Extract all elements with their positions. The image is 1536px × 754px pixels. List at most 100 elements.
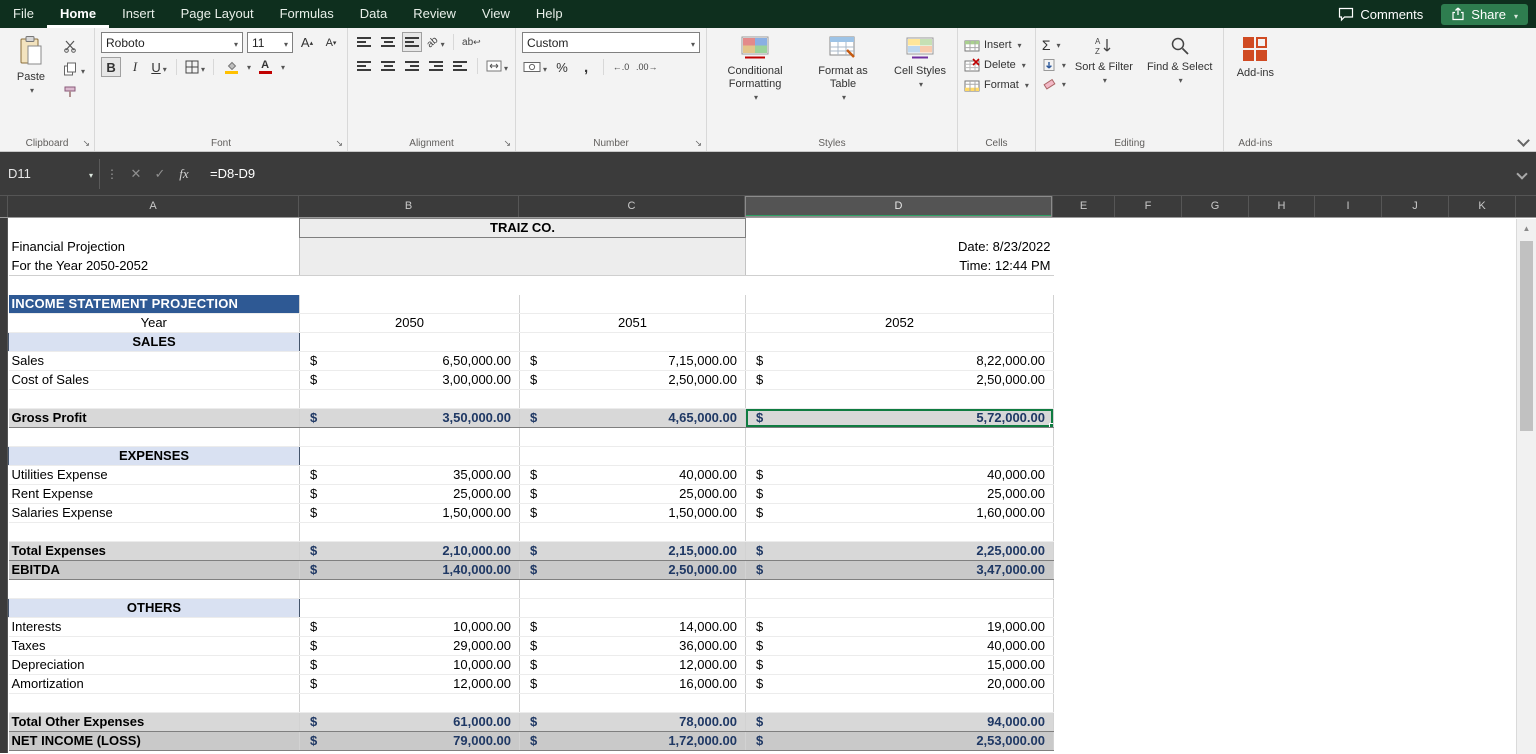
expand-formula-bar-icon[interactable] bbox=[1516, 167, 1528, 180]
cell-C15[interactable]: $25,000.00 bbox=[519, 484, 746, 504]
cell-A17[interactable] bbox=[8, 522, 300, 542]
cell-A8[interactable]: Sales bbox=[8, 351, 300, 371]
cell-C13[interactable] bbox=[519, 446, 746, 466]
cell-C25[interactable]: $16,000.00 bbox=[519, 674, 746, 694]
alignment-dialog-launcher[interactable]: ↘ bbox=[503, 139, 511, 148]
cell-E28[interactable] bbox=[1053, 731, 1517, 751]
menu-tab-insert[interactable]: Insert bbox=[109, 0, 168, 28]
align-bottom-button[interactable] bbox=[402, 32, 423, 52]
menu-tab-page-layout[interactable]: Page Layout bbox=[168, 0, 267, 28]
comma-style-button[interactable]: , bbox=[576, 57, 596, 77]
cell-A24[interactable]: Depreciation bbox=[8, 655, 300, 675]
conditional-formatting-button[interactable]: Conditional Formatting bbox=[713, 32, 797, 106]
cell-B18[interactable]: $2,10,000.00 bbox=[299, 541, 520, 561]
menu-tab-help[interactable]: Help bbox=[523, 0, 576, 28]
cell-E5[interactable] bbox=[1053, 294, 1517, 314]
fill-color-button[interactable] bbox=[221, 57, 241, 77]
cell-B12[interactable] bbox=[299, 427, 520, 447]
paste-button[interactable]: Paste bbox=[6, 32, 56, 99]
clipboard-dialog-launcher[interactable]: ↘ bbox=[82, 139, 90, 148]
cell-E14[interactable] bbox=[1053, 465, 1517, 485]
cell-E13[interactable] bbox=[1053, 446, 1517, 466]
cell-B11[interactable]: $3,50,000.00 bbox=[299, 408, 520, 428]
cell-C18[interactable]: $2,15,000.00 bbox=[519, 541, 746, 561]
cell-A26[interactable] bbox=[8, 693, 300, 713]
cell-A15[interactable]: Rent Expense bbox=[8, 484, 300, 504]
cell-D19[interactable]: $3,47,000.00 bbox=[745, 560, 1054, 580]
cell-C19[interactable]: $2,50,000.00 bbox=[519, 560, 746, 580]
cell-B25[interactable]: $12,000.00 bbox=[299, 674, 520, 694]
align-top-button[interactable] bbox=[354, 32, 374, 52]
cell-E3[interactable] bbox=[1053, 256, 1517, 276]
cell-B3[interactable] bbox=[299, 256, 746, 276]
cell-E20[interactable] bbox=[1053, 579, 1517, 599]
column-header-I[interactable]: I bbox=[1315, 196, 1382, 217]
cell-C6[interactable]: 2051 bbox=[519, 313, 746, 333]
cell-A3[interactable]: For the Year 2050-2052 bbox=[8, 256, 300, 276]
cell-B23[interactable]: $29,000.00 bbox=[299, 636, 520, 656]
cell-D18[interactable]: $2,25,000.00 bbox=[745, 541, 1054, 561]
name-box[interactable]: D11 bbox=[0, 158, 100, 189]
wrap-text-button[interactable]: ab ↩ bbox=[461, 32, 482, 52]
clear-button[interactable] bbox=[1042, 77, 1066, 91]
increase-indent-button[interactable] bbox=[450, 56, 470, 76]
font-dialog-launcher[interactable]: ↘ bbox=[335, 139, 343, 148]
fill-button[interactable] bbox=[1042, 58, 1066, 72]
cell-A14[interactable]: Utilities Expense bbox=[8, 465, 300, 485]
cell-C14[interactable]: $40,000.00 bbox=[519, 465, 746, 485]
cell-B4[interactable] bbox=[300, 276, 746, 295]
cell-E22[interactable] bbox=[1053, 617, 1517, 637]
scroll-up-icon[interactable]: ▲ bbox=[1517, 219, 1536, 237]
orientation-button[interactable]: ab bbox=[425, 32, 446, 52]
cell-C26[interactable] bbox=[519, 693, 746, 713]
cell-E17[interactable] bbox=[1053, 522, 1517, 542]
cell-D28[interactable]: $2,53,000.00 bbox=[745, 731, 1054, 751]
cell-D11[interactable]: $5,72,000.00 bbox=[745, 408, 1054, 428]
share-button[interactable]: Share bbox=[1441, 3, 1528, 25]
cell-D4[interactable] bbox=[746, 276, 1054, 295]
cell-E15[interactable] bbox=[1053, 484, 1517, 504]
cell-E9[interactable] bbox=[1053, 370, 1517, 390]
cell-B1[interactable]: TRAIZ CO. bbox=[299, 218, 746, 238]
cell-E18[interactable] bbox=[1053, 541, 1517, 561]
cell-D1[interactable] bbox=[746, 219, 1054, 238]
number-dialog-launcher[interactable]: ↘ bbox=[694, 139, 702, 148]
menu-tab-view[interactable]: View bbox=[469, 0, 523, 28]
column-header-A[interactable]: A bbox=[8, 196, 299, 217]
collapse-ribbon-icon[interactable] bbox=[1517, 134, 1530, 147]
cell-E24[interactable] bbox=[1053, 655, 1517, 675]
cell-D24[interactable]: $15,000.00 bbox=[745, 655, 1054, 675]
merge-center-button[interactable] bbox=[485, 56, 509, 76]
cell-A9[interactable]: Cost of Sales bbox=[8, 370, 300, 390]
cell-E19[interactable] bbox=[1053, 560, 1517, 580]
cell-C16[interactable]: $1,50,000.00 bbox=[519, 503, 746, 523]
cell-D3[interactable]: Time: 12:44 PM bbox=[745, 256, 1054, 276]
cell-B22[interactable]: $10,000.00 bbox=[299, 617, 520, 637]
cell-D9[interactable]: $2,50,000.00 bbox=[745, 370, 1054, 390]
percent-style-button[interactable]: % bbox=[552, 57, 572, 77]
cell-C10[interactable] bbox=[519, 389, 746, 409]
select-all-corner[interactable] bbox=[0, 196, 8, 217]
cell-B19[interactable]: $1,40,000.00 bbox=[299, 560, 520, 580]
column-header-F[interactable]: F bbox=[1115, 196, 1182, 217]
cell-B17[interactable] bbox=[299, 522, 520, 542]
autosum-button[interactable]: Σ bbox=[1042, 37, 1066, 53]
cell-A12[interactable] bbox=[8, 427, 300, 447]
menu-tab-home[interactable]: Home bbox=[47, 0, 109, 28]
cell-D16[interactable]: $1,60,000.00 bbox=[745, 503, 1054, 523]
cell-E16[interactable] bbox=[1053, 503, 1517, 523]
cell-D20[interactable] bbox=[745, 579, 1054, 599]
cell-C12[interactable] bbox=[519, 427, 746, 447]
cell-E8[interactable] bbox=[1053, 351, 1517, 371]
column-header-H[interactable]: H bbox=[1249, 196, 1315, 217]
cell-D26[interactable] bbox=[745, 693, 1054, 713]
cell-A28[interactable]: NET INCOME (LOSS) bbox=[8, 731, 300, 751]
accounting-format-button[interactable] bbox=[522, 57, 548, 77]
menu-tab-review[interactable]: Review bbox=[400, 0, 469, 28]
column-header-G[interactable]: G bbox=[1182, 196, 1249, 217]
cell-D21[interactable] bbox=[745, 598, 1054, 618]
cell-E27[interactable] bbox=[1053, 712, 1517, 732]
cell-A4[interactable] bbox=[9, 276, 300, 295]
shrink-font-button[interactable]: A ▾ bbox=[321, 33, 341, 53]
menu-tab-data[interactable]: Data bbox=[347, 0, 400, 28]
